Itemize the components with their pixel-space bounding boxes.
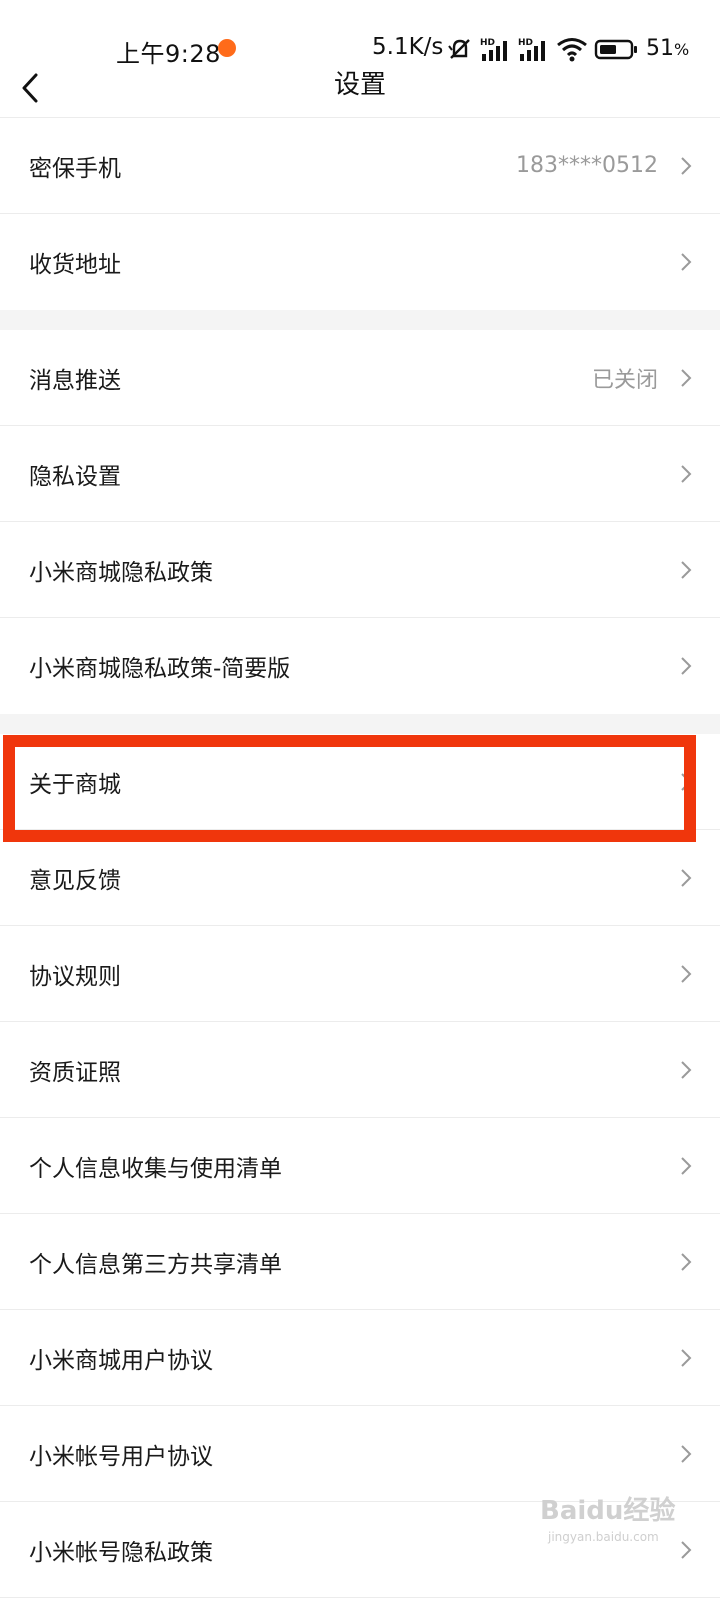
settings-item-label: 隐私设置 — [29, 463, 121, 490]
svg-text:HD: HD — [518, 38, 533, 48]
page-title: 设置 — [333, 70, 386, 100]
settings-item-label: 意见反馈 — [29, 867, 121, 894]
section-divider — [0, 310, 720, 330]
settings-item-label: 小米商城隐私政策 — [29, 559, 213, 586]
chevron-right-icon — [681, 1348, 692, 1367]
battery-icon — [594, 39, 637, 60]
settings-item-label: 关于商城 — [29, 771, 121, 798]
settings-item-label: 协议规则 — [29, 963, 121, 990]
settings-item-privacy-settings[interactable]: 隐私设置 — [0, 426, 720, 522]
settings-item-certificates[interactable]: 资质证照 — [0, 1022, 720, 1118]
settings-item-about-store[interactable]: 关于商城 — [0, 734, 720, 830]
network-speed: 5.1K/s — [372, 34, 444, 60]
chevron-right-icon — [681, 464, 692, 483]
chevron-right-icon — [681, 964, 692, 983]
settings-item-label: 消息推送 — [29, 367, 121, 394]
watermark-url: jingyan.baidu.com — [548, 1530, 659, 1544]
settings-item-label: 资质证照 — [29, 1059, 121, 1086]
chevron-right-icon — [681, 1060, 692, 1079]
mute-bell-icon — [448, 39, 470, 59]
chevron-right-icon — [681, 156, 692, 175]
settings-item-privacy-policy[interactable]: 小米商城隐私政策 — [0, 522, 720, 618]
chevron-right-icon — [681, 772, 692, 791]
chevron-right-icon — [681, 657, 692, 675]
settings-item-label: 个人信息收集与使用清单 — [29, 1155, 282, 1182]
settings-item-shipping-address[interactable]: 收货地址 — [0, 214, 720, 310]
settings-item-value: 已关闭 — [591, 367, 658, 393]
chevron-right-icon — [681, 868, 692, 887]
signal-hd-1-icon: HD — [480, 38, 507, 61]
chevron-right-icon — [681, 253, 692, 271]
settings-item-secure-phone[interactable]: 密保手机 183****0512 — [0, 118, 720, 214]
settings-list: 密保手机 183****0512 收货地址 消息推送 已关闭 隐私设置 小米商城… — [0, 118, 720, 1598]
settings-item-account-user-agreement[interactable]: 小米帐号用户协议 — [0, 1406, 720, 1502]
settings-item-label: 小米帐号用户协议 — [29, 1443, 213, 1470]
status-icons: HD HD — [446, 36, 638, 62]
chevron-right-icon — [681, 560, 692, 579]
svg-text:HD: HD — [480, 38, 495, 48]
watermark-logo: Baidu经验 — [540, 1496, 676, 1526]
wifi-icon — [557, 38, 587, 62]
settings-item-label: 密保手机 — [29, 155, 121, 182]
settings-item-feedback[interactable]: 意见反馈 — [0, 830, 720, 926]
settings-item-push-notifications[interactable]: 消息推送 已关闭 — [0, 330, 720, 426]
chevron-right-icon — [681, 368, 692, 387]
settings-item-label: 小米商城用户协议 — [29, 1347, 213, 1374]
settings-item-value: 183****0512 — [516, 153, 658, 178]
chevron-right-icon — [681, 1252, 692, 1271]
signal-hd-2-icon: HD — [518, 38, 545, 61]
settings-item-personal-info-collection[interactable]: 个人信息收集与使用清单 — [0, 1118, 720, 1214]
notification-dot-icon — [218, 39, 236, 57]
header: 设置 — [0, 60, 720, 118]
section-divider — [0, 714, 720, 734]
settings-item-label: 小米帐号隐私政策 — [29, 1539, 213, 1566]
settings-item-privacy-policy-brief[interactable]: 小米商城隐私政策-简要版 — [0, 618, 720, 714]
settings-item-label: 收货地址 — [29, 252, 121, 278]
chevron-right-icon — [681, 1444, 692, 1463]
settings-item-agreements[interactable]: 协议规则 — [0, 926, 720, 1022]
chevron-right-icon — [681, 1156, 692, 1175]
chevron-right-icon — [681, 1540, 692, 1559]
battery-percent: 51% — [646, 36, 690, 61]
settings-item-label: 个人信息第三方共享清单 — [29, 1251, 282, 1278]
settings-item-third-party-sharing[interactable]: 个人信息第三方共享清单 — [0, 1214, 720, 1310]
settings-item-store-user-agreement[interactable]: 小米商城用户协议 — [0, 1310, 720, 1406]
settings-item-label: 小米商城隐私政策-简要版 — [29, 656, 291, 682]
